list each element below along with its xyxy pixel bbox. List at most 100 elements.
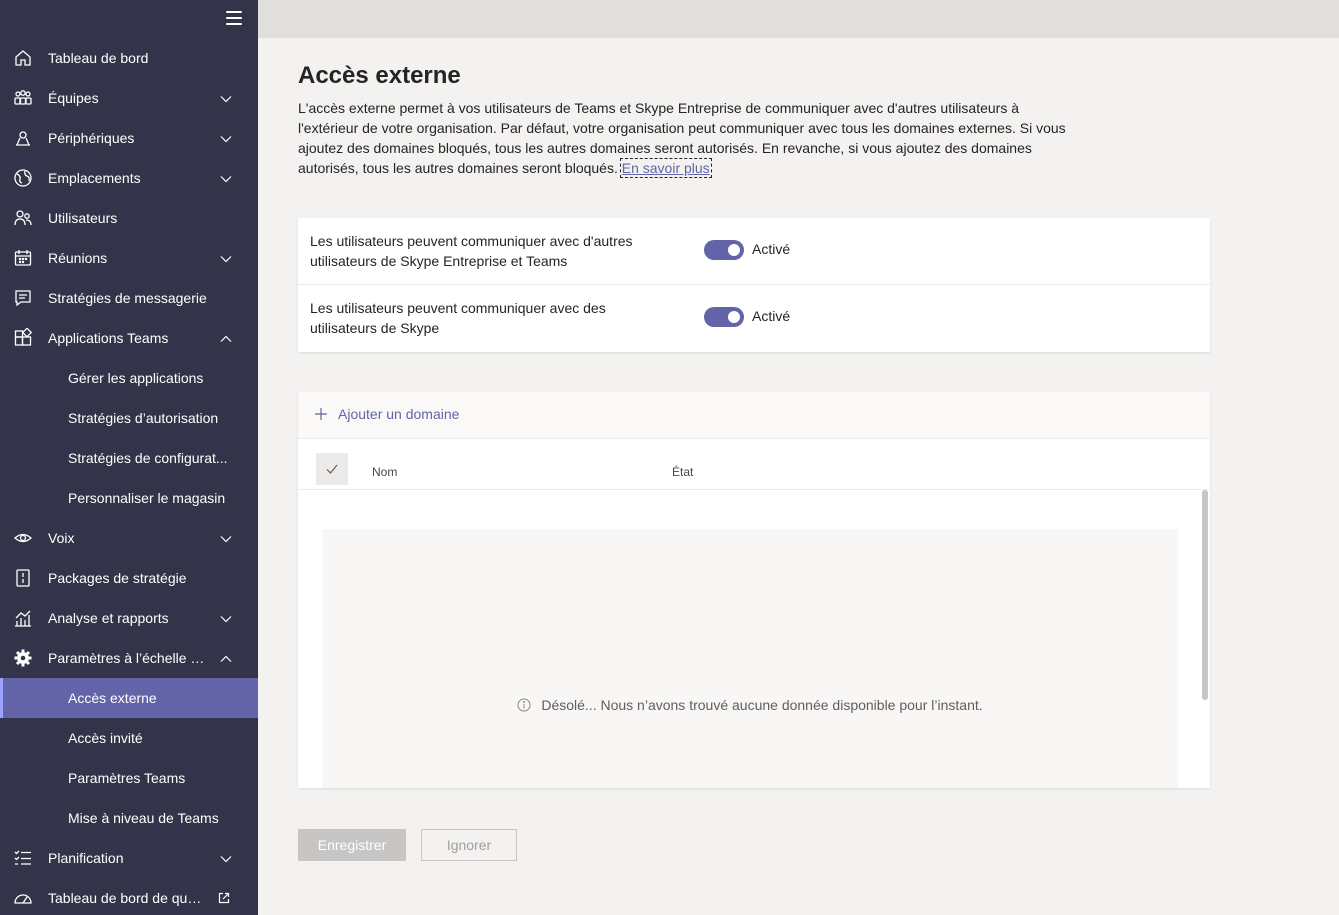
- empty-message-text: Désolé... Nous n’avons trouvé aucune don…: [541, 697, 983, 713]
- planning-icon: [13, 848, 33, 868]
- sidebar-item-label: Tableau de bord: [48, 50, 149, 66]
- chevron-down-icon[interactable]: [220, 853, 232, 865]
- sidebar-item-label: Stratégies de configurat...: [68, 450, 228, 466]
- scrollbar[interactable]: [1202, 490, 1208, 700]
- chevron-up-icon[interactable]: [220, 333, 232, 345]
- sidebar-item-label: Utilisateurs: [48, 210, 118, 226]
- sidebar-item-permission-policies[interactable]: Stratégies d’autorisation: [0, 398, 258, 438]
- sidebar-item-org-settings[interactable]: Paramètres à l’échelle d...: [0, 638, 258, 678]
- sidebar: Tableau de bord Équipes Périphériques Em…: [0, 0, 258, 915]
- sidebar-item-label: Voix: [48, 530, 75, 546]
- toggle-state-label: Activé: [752, 241, 791, 257]
- gauge-icon: [13, 888, 33, 908]
- learn-more-link[interactable]: En savoir plus: [619, 158, 712, 178]
- sidebar-item-teams[interactable]: Équipes: [0, 78, 258, 118]
- apps-icon: [13, 328, 33, 348]
- setting-label: Les utilisateurs peuvent communiquer ave…: [310, 233, 633, 269]
- sidebar-item-messaging-policies[interactable]: Stratégies de messagerie: [0, 278, 258, 318]
- teams-icon: [13, 88, 33, 108]
- globe-icon: [13, 168, 33, 188]
- chevron-down-icon[interactable]: [220, 173, 232, 185]
- skype-users-toggle[interactable]: [704, 307, 744, 327]
- sidebar-item-label: Emplacements: [48, 170, 141, 186]
- sidebar-nav: Tableau de bord Équipes Périphériques Em…: [0, 38, 258, 915]
- sidebar-item-label: Analyse et rapports: [48, 610, 169, 626]
- sidebar-item-label: Paramètres Teams: [68, 770, 186, 786]
- sidebar-item-label: Paramètres à l’échelle d...: [48, 650, 208, 666]
- sidebar-item-policy-packages[interactable]: Packages de stratégie: [0, 558, 258, 598]
- top-bar: [258, 0, 1339, 38]
- external-link-icon: [218, 891, 230, 904]
- chevron-down-icon[interactable]: [220, 253, 232, 265]
- save-button[interactable]: Enregistrer: [298, 829, 406, 861]
- sidebar-item-label: Périphériques: [48, 130, 135, 146]
- hamburger-menu-icon[interactable]: [226, 10, 242, 26]
- sidebar-item-label: Accès externe: [68, 690, 157, 706]
- devices-icon: [13, 128, 33, 148]
- page-title: Accès externe: [298, 62, 461, 89]
- sidebar-item-label: Stratégies d’autorisation: [68, 410, 219, 426]
- setting-row: Les utilisateurs peuvent communiquer ave…: [298, 218, 1210, 285]
- chevron-up-icon[interactable]: [220, 653, 232, 665]
- sidebar-item-external-access[interactable]: Accès externe: [0, 678, 258, 718]
- checkmark-icon: [326, 464, 338, 474]
- sidebar-item-guest-access[interactable]: Accès invité: [0, 718, 258, 758]
- add-domain-label: Ajouter un domaine: [338, 406, 460, 422]
- column-header-state[interactable]: État: [672, 465, 693, 479]
- sidebar-item-devices[interactable]: Périphériques: [0, 118, 258, 158]
- setting-label: Les utilisateurs peuvent communiquer ave…: [310, 300, 606, 336]
- sidebar-item-label: Mise à niveau de Teams: [68, 810, 219, 826]
- chevron-down-icon[interactable]: [220, 533, 232, 545]
- sidebar-item-users[interactable]: Utilisateurs: [0, 198, 258, 238]
- sidebar-item-locations[interactable]: Emplacements: [0, 158, 258, 198]
- package-icon: [13, 568, 33, 588]
- home-icon: [13, 48, 33, 68]
- select-all-checkbox[interactable]: [316, 453, 348, 485]
- sidebar-item-planning[interactable]: Planification: [0, 838, 258, 878]
- skype-business-toggle[interactable]: [704, 240, 744, 260]
- sidebar-item-label: Réunions: [48, 250, 108, 266]
- sidebar-item-teams-settings[interactable]: Paramètres Teams: [0, 758, 258, 798]
- sidebar-item-label: Équipes: [48, 90, 99, 106]
- sidebar-item-setup-policies[interactable]: Stratégies de configurat...: [0, 438, 258, 478]
- chevron-down-icon[interactable]: [220, 93, 232, 105]
- toggle-knob: [728, 244, 740, 256]
- sidebar-item-quality-dashboard[interactable]: Tableau de bord de qual...: [0, 878, 258, 915]
- sidebar-item-meetings[interactable]: Réunions: [0, 238, 258, 278]
- page-description: L'accès externe permet à vos utilisateur…: [298, 98, 1078, 178]
- voicemail-icon: [13, 528, 33, 548]
- chat-icon: [13, 288, 33, 308]
- chevron-down-icon[interactable]: [220, 133, 232, 145]
- domains-card: Ajouter un domaine Nom État Désolé... No…: [298, 392, 1210, 788]
- toggle-state-label: Activé: [752, 308, 791, 324]
- chevron-down-icon[interactable]: [220, 613, 232, 625]
- empty-state: Désolé... Nous n’avons trouvé aucune don…: [322, 529, 1178, 788]
- add-domain-button[interactable]: Ajouter un domaine: [314, 406, 459, 422]
- sidebar-item-analytics[interactable]: Analyse et rapports: [0, 598, 258, 638]
- info-icon: [517, 698, 531, 712]
- sidebar-item-label: Gérer les applications: [68, 370, 204, 386]
- sidebar-item-label: Tableau de bord de qual...: [48, 890, 208, 906]
- sidebar-item-label: Stratégies de messagerie: [48, 290, 207, 306]
- table-header: Nom État: [298, 439, 1210, 490]
- sidebar-item-manage-apps[interactable]: Gérer les applications: [0, 358, 258, 398]
- empty-message: Désolé... Nous n’avons trouvé aucune don…: [322, 697, 1178, 713]
- settings-card: Les utilisateurs peuvent communiquer ave…: [298, 218, 1210, 352]
- sidebar-item-voice[interactable]: Voix: [0, 518, 258, 558]
- sidebar-item-dashboard[interactable]: Tableau de bord: [0, 38, 258, 78]
- sidebar-item-teams-upgrade[interactable]: Mise à niveau de Teams: [0, 798, 258, 838]
- sidebar-item-customize-store[interactable]: Personnaliser le magasin: [0, 478, 258, 518]
- sidebar-item-teams-apps[interactable]: Applications Teams: [0, 318, 258, 358]
- sidebar-item-label: Packages de stratégie: [48, 570, 187, 586]
- ignore-button[interactable]: Ignorer: [421, 829, 517, 861]
- sidebar-item-label: Applications Teams: [48, 330, 169, 346]
- settings-icon: [13, 648, 33, 668]
- sidebar-item-label: Planification: [48, 850, 124, 866]
- calendar-icon: [13, 248, 33, 268]
- setting-row: Les utilisateurs peuvent communiquer ave…: [298, 285, 1210, 352]
- command-bar: Ajouter un domaine: [298, 392, 1210, 439]
- column-header-name[interactable]: Nom: [372, 465, 397, 479]
- sidebar-item-label: Personnaliser le magasin: [68, 490, 226, 506]
- analytics-icon: [13, 608, 33, 628]
- sidebar-item-label: Accès invité: [68, 730, 143, 746]
